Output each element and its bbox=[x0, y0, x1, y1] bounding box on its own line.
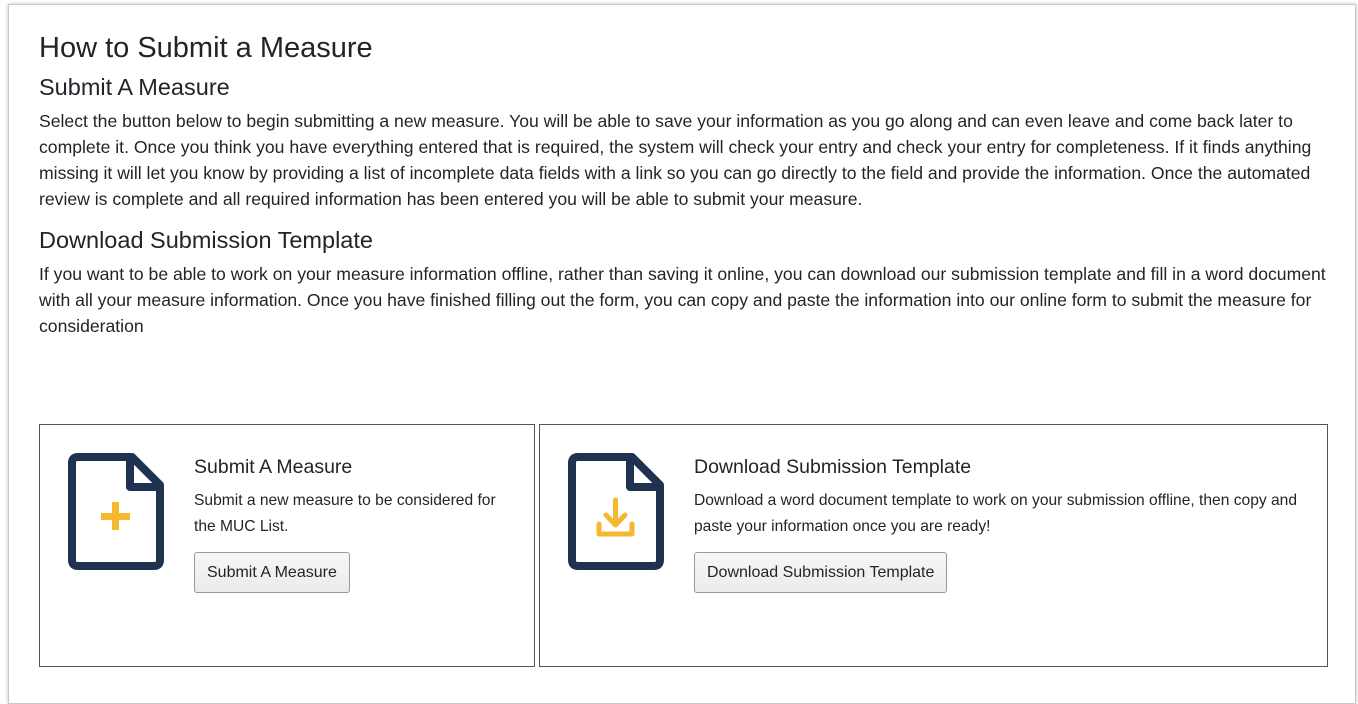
submit-section-heading: Submit A Measure bbox=[39, 74, 230, 100]
action-cards: Submit A Measure Submit a new measure to… bbox=[39, 424, 1329, 668]
page-title: How to Submit a Measure bbox=[39, 32, 373, 64]
submit-card-title: Submit A Measure bbox=[194, 456, 353, 478]
download-template-button[interactable]: Download Submission Template bbox=[694, 552, 948, 593]
page-panel: How to Submit a Measure Submit A Measure… bbox=[8, 4, 1356, 704]
download-card-description: Download a word document template to wor… bbox=[694, 492, 1298, 535]
submit-card-body: Submit A Measure Submit a new measure to… bbox=[194, 455, 514, 593]
submit-card-description: Submit a new measure to be considered fo… bbox=[194, 492, 496, 535]
document-download-icon bbox=[568, 453, 664, 570]
download-template-card: Download Submission Template Download a … bbox=[539, 424, 1328, 667]
submit-measure-card: Submit A Measure Submit a new measure to… bbox=[39, 424, 535, 667]
download-card-title: Download Submission Template bbox=[694, 456, 972, 478]
download-section-paragraph: If you want to be able to work on your m… bbox=[39, 264, 1326, 336]
submit-measure-button[interactable]: Submit A Measure bbox=[194, 552, 350, 593]
download-section-heading: Download Submission Template bbox=[39, 227, 373, 253]
submit-section-paragraph: Select the button below to begin submitt… bbox=[39, 111, 1312, 209]
main-content: How to Submit a Measure Submit A Measure… bbox=[39, 5, 1329, 667]
download-card-body: Download Submission Template Download a … bbox=[694, 455, 1307, 593]
document-plus-icon bbox=[68, 453, 164, 570]
